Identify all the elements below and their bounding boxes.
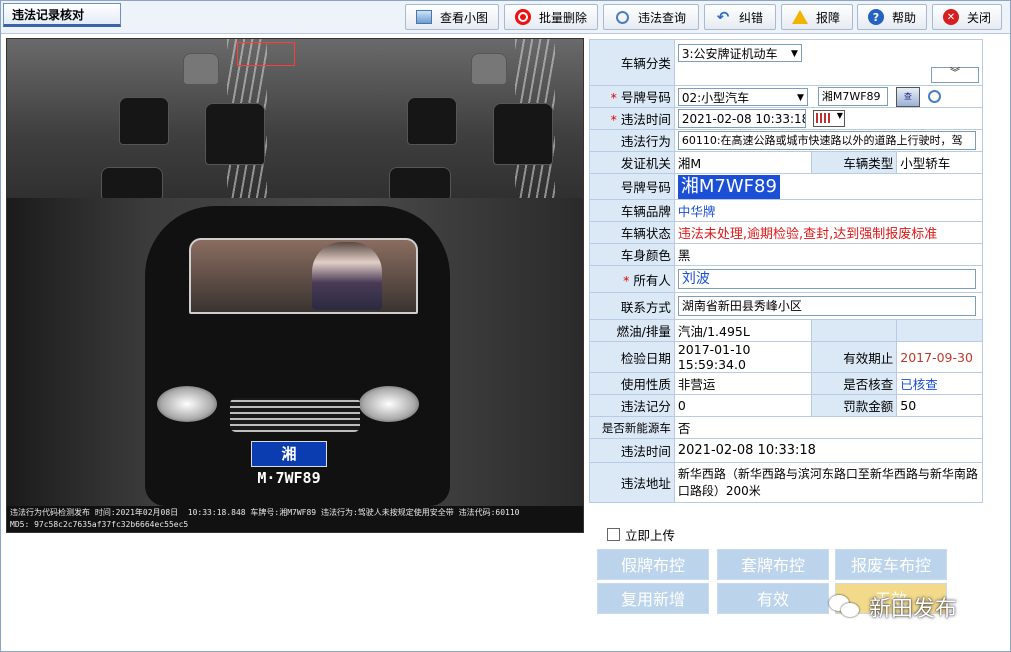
toolbar: 违法记录核对 查看小图 批量删除 违法查询 ↶ 纠错 报障 ? 帮助 ✕ 关闭: [1, 1, 1010, 34]
address-value: 新华西路（新华西路与滨河东路口至新华西路与新华南路口路段）200米: [673, 462, 984, 503]
watermark: 新田发布: [829, 591, 957, 623]
violation-detail-form: 车辆分类 3:公安牌证机动车 ▼ ︾ * 号牌号码 02:小型汽车 ▼ 湘M7WF89…: [589, 39, 984, 503]
violation-act-input[interactable]: 60110:在高速公路或城市快速路以外的道路上行驶时，驾: [677, 131, 976, 150]
plate-lookup-icon[interactable]: 查: [895, 86, 920, 107]
fine-value: 50: [896, 394, 983, 417]
checkbox-box[interactable]: [607, 528, 620, 541]
picture-icon: [416, 10, 432, 24]
issuing-authority-label: 发证机关: [589, 151, 675, 174]
issuing-authority-value: 湘M: [673, 151, 812, 174]
view-thumbnail-label: 查看小图: [440, 10, 489, 25]
violation-act-label: 违法行为: [589, 129, 675, 152]
help-button[interactable]: ? 帮助: [857, 4, 927, 30]
verified-label: 是否核查: [810, 372, 898, 395]
vehicle-category-label: 车辆分类: [589, 39, 675, 86]
vehicle-type-value: 小型轿车: [896, 151, 983, 174]
evidence-image[interactable]: 湘M·7WF89 违法行为代码检测发布 时间:2021年02月08日 10:33…: [6, 38, 584, 533]
brand-label: 车辆品牌: [589, 199, 675, 222]
search-icon: [614, 9, 630, 25]
vehicle-type-label: 车辆类型: [810, 151, 898, 174]
calendar-icon[interactable]: ▼: [812, 110, 845, 127]
violation-search-button[interactable]: 违法查询: [603, 4, 699, 30]
fake-plate-control-button[interactable]: 假牌布控: [597, 549, 709, 580]
report-fault-button[interactable]: 报障: [781, 4, 853, 30]
body-color-label: 车身颜色: [589, 243, 675, 266]
magnifier-icon[interactable]: [927, 90, 941, 103]
verified-value: 已核查: [896, 372, 983, 395]
contact-input[interactable]: 湖南省新田县秀峰小区: [677, 296, 976, 316]
points-label: 违法记分: [589, 394, 675, 417]
vehicle-status-label: 车辆状态: [589, 221, 675, 244]
violation-time-label: * 违法时间: [589, 107, 675, 130]
valid-until-label: 有效期止: [810, 341, 898, 373]
violation-search-label: 违法查询: [638, 10, 687, 25]
driver-figure: [312, 242, 382, 310]
reuse-add-button[interactable]: 复用新增: [597, 583, 709, 614]
violation-time2-label: 违法时间: [589, 438, 675, 463]
violation-time-input[interactable]: 2021-02-08 10:33:18: [677, 109, 806, 128]
correct-button[interactable]: ↶ 纠错: [704, 4, 776, 30]
vehicle-status-value: 违法未处理,逾期检验,查封,达到强制报废标准: [673, 221, 984, 244]
valid-until-value: 2017-09-30: [896, 341, 983, 373]
help-label: 帮助: [892, 10, 917, 25]
new-energy-value: 否: [673, 416, 984, 439]
help-icon: ?: [868, 9, 884, 25]
closeup-photo: 湘M·7WF89: [7, 198, 583, 506]
owner-input[interactable]: 刘波: [677, 269, 976, 289]
fuel-value: 汽油/1.495L: [673, 319, 812, 342]
body-color-value: 黑: [673, 243, 984, 266]
contact-label: 联系方式: [589, 292, 675, 320]
plate-no-input[interactable]: 湘M7WF89: [817, 87, 888, 106]
license-plate: 湘M·7WF89: [251, 441, 327, 487]
fine-label: 罚款金额: [810, 394, 898, 417]
points-value: 0: [673, 394, 812, 417]
report-fault-label: 报障: [816, 10, 841, 25]
photo-caption: 违法行为代码检测发布 时间:2021年02月08日 10:33:18.848 车…: [7, 506, 583, 532]
close-icon: ✕: [943, 9, 959, 25]
cloned-plate-control-button[interactable]: 套牌布控: [717, 549, 829, 580]
stop-icon: [515, 9, 531, 25]
correct-label: 纠错: [739, 10, 764, 25]
plate-no2-label: 号牌号码: [589, 173, 675, 200]
batch-delete-button[interactable]: 批量删除: [504, 4, 598, 30]
warning-icon: [792, 9, 808, 25]
watermark-text: 新田发布: [869, 597, 958, 622]
owner-label: * 所有人: [589, 265, 675, 293]
wechat-logo-icon: [829, 593, 863, 621]
upload-now-checkbox[interactable]: 立即上传: [607, 525, 675, 544]
view-thumbnail-button[interactable]: 查看小图: [405, 4, 499, 30]
fuel-label: 燃油/排量: [589, 319, 675, 342]
brand-value: 中华牌: [673, 199, 984, 222]
plate-type-select[interactable]: 02:小型汽车 ▼: [677, 87, 808, 106]
violation-time2-value: 2021-02-08 10:33:18: [673, 438, 984, 463]
scrap-vehicle-control-button[interactable]: 报废车布控: [835, 549, 947, 580]
tab-violation-review[interactable]: 违法记录核对: [3, 3, 121, 27]
violation-review-window: 违法记录核对 查看小图 批量删除 违法查询 ↶ 纠错 报障 ? 帮助 ✕ 关闭: [0, 0, 1011, 652]
new-energy-label: 是否新能源车: [589, 416, 675, 439]
vehicle-category-select[interactable]: 3:公安牌证机动车 ▼: [677, 44, 802, 62]
close-label: 关闭: [967, 10, 992, 25]
target-highlight-box: [237, 42, 295, 66]
usage-label: 使用性质: [589, 372, 675, 395]
inspect-date-value: 2017-01-10 15:59:34.0: [673, 341, 812, 373]
plate-no-display: 湘M7WF89: [677, 174, 780, 199]
undo-icon: ↶: [716, 8, 730, 26]
batch-delete-label: 批量删除: [539, 10, 588, 25]
valid-button[interactable]: 有效: [717, 583, 829, 614]
double-chevron-down-icon[interactable]: ︾: [931, 67, 979, 83]
inspect-date-label: 检验日期: [589, 341, 675, 373]
address-label: 违法地址: [589, 462, 675, 503]
usage-value: 非营运: [673, 372, 812, 395]
overview-photo-strip: [7, 39, 583, 200]
upload-now-label: 立即上传: [625, 528, 676, 543]
close-button[interactable]: ✕ 关闭: [932, 4, 1002, 30]
plate-no-label: * 号牌号码: [589, 85, 675, 108]
